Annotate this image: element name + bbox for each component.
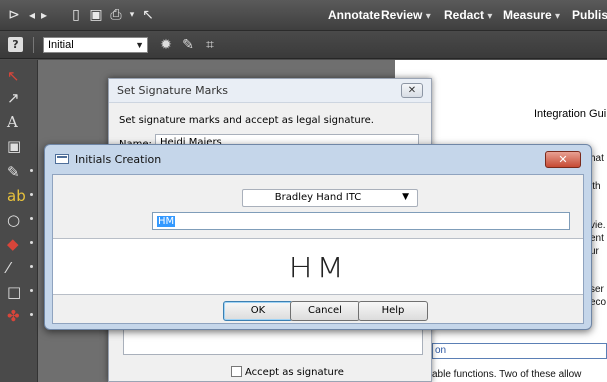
stamp-type-select[interactable]: Initial ▼ (43, 37, 148, 53)
tool-strip: ↖ ↗ A ▣ ✎ ab ○ ◆ ⁄ □ ✤ (0, 60, 38, 382)
stamp-type-value: Initial (48, 39, 74, 51)
measure-tool-icon[interactable]: ✤ (7, 306, 33, 326)
rectangle-tool-icon[interactable]: □ (7, 282, 33, 302)
select-tool-icon[interactable]: ↖ (140, 7, 156, 23)
menu-measure-label: Measure (503, 8, 552, 22)
menu-measure-caret: ▾ (555, 11, 561, 22)
select-arrow-icon[interactable]: ↖ (7, 66, 31, 86)
page-text-fragment: vie. (590, 220, 606, 231)
forward-icon[interactable]: ▸ (36, 7, 52, 23)
menu-redact-caret: ▾ (487, 11, 493, 22)
cancel-button[interactable]: Cancel (290, 301, 360, 321)
font-select[interactable]: Bradley Hand ITC ▼ (242, 189, 418, 207)
dialog-titlebar: Set Signature Marks ✕ (109, 79, 431, 103)
gear-icon[interactable]: ✹ (158, 37, 174, 53)
close-icon[interactable]: ✕ (545, 151, 581, 168)
close-icon[interactable]: ✕ (401, 83, 423, 98)
main-toolbar: ⊳ ◂ ▸ ▯ ▣ ⎙ ▾ ↖ Annotate Review ▾ Redact… (0, 0, 607, 31)
window-icon (55, 154, 69, 164)
menu-redact-label: Redact (444, 8, 485, 22)
print-icon[interactable]: ⎙ (108, 7, 124, 23)
menu-publish[interactable]: Publish (572, 8, 607, 22)
page-text-fragment: ser (590, 284, 604, 295)
page-title: Integration Gui (534, 108, 607, 120)
page-link[interactable]: on (432, 343, 607, 359)
dialog-title: Set Signature Marks (117, 84, 228, 97)
menu-measure[interactable]: Measure ▾ (503, 8, 560, 22)
open-icon[interactable]: ⊳ (6, 7, 22, 23)
page-text-fragment: eco (590, 297, 607, 308)
save-icon[interactable]: ▣ (88, 7, 104, 23)
help-icon[interactable]: ? (8, 37, 23, 52)
page-text-fragment: able functions. Two of these allow (432, 369, 582, 380)
page-text-fragment: ent (590, 233, 604, 244)
instruction-text: Set signature marks and accept as legal … (119, 115, 374, 126)
menu-review-caret: ▾ (425, 11, 431, 22)
menu-review-label: Review (381, 8, 423, 22)
checkbox-box[interactable] (231, 366, 242, 377)
new-document-icon[interactable]: ▯ (68, 7, 84, 23)
toolbar-separator (33, 37, 34, 53)
accept-label: Accept as signature (245, 367, 344, 378)
menu-review[interactable]: Review ▾ (381, 8, 431, 22)
dialog-body: Bradley Hand ITC ▼ HM HM OK Cancel Help (52, 174, 584, 324)
initials-preview-text: HM (288, 251, 348, 284)
menu-redact[interactable]: Redact ▾ (444, 8, 492, 22)
line-tool-icon[interactable]: ↗ (7, 88, 31, 108)
dialog-titlebar: Initials Creation ✕ (45, 145, 591, 173)
initials-creation-dialog: Initials Creation ✕ Bradley Hand ITC ▼ H… (44, 144, 592, 330)
page-text-fragment: hat (590, 153, 604, 164)
print-dropdown-icon[interactable]: ▾ (124, 7, 140, 23)
text-tool-icon[interactable]: A (7, 112, 31, 132)
chevron-down-icon: ▼ (135, 40, 144, 50)
properties-toolbar: ? Initial ▼ ✹ ✎ ⌗ (0, 31, 607, 59)
dialog-title: Initials Creation (75, 153, 162, 166)
initials-input-value: HM (157, 216, 176, 227)
accept-as-signature-checkbox[interactable]: Accept as signature (231, 366, 344, 378)
ok-button[interactable]: OK (223, 301, 293, 321)
shape-tool-icon[interactable]: ○ (7, 210, 33, 230)
initials-input[interactable]: HM (152, 212, 570, 230)
stamp-icon[interactable]: ⌗ (202, 37, 218, 53)
highlight-tool-icon[interactable]: ab (7, 186, 33, 206)
font-select-value: Bradley Hand ITC (274, 192, 362, 203)
image-tool-icon[interactable]: ▣ (7, 136, 31, 156)
signature-tool-icon[interactable]: ✎ (180, 37, 196, 53)
page-link-text: on (435, 345, 447, 356)
pen-tool-icon[interactable]: ✎ (7, 162, 33, 182)
initials-preview: HM (53, 238, 583, 295)
chevron-down-icon: ▼ (402, 192, 409, 202)
menu-annotate[interactable]: Annotate (328, 8, 380, 22)
help-button[interactable]: Help (358, 301, 428, 321)
